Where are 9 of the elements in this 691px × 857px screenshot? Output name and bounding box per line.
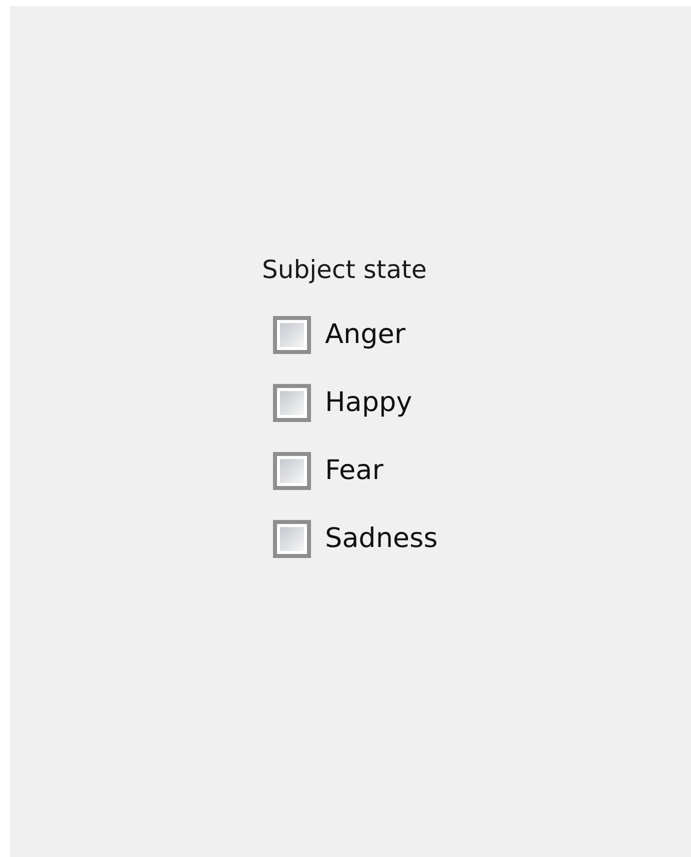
group-title: Subject state <box>262 254 427 286</box>
checkbox[interactable] <box>273 452 311 490</box>
checkbox-label: Anger <box>325 318 406 352</box>
checkbox[interactable] <box>273 520 311 558</box>
checkbox-label: Sadness <box>325 522 438 556</box>
checkbox-label: Happy <box>325 386 412 420</box>
checkbox[interactable] <box>273 316 311 354</box>
checkbox[interactable] <box>273 384 311 422</box>
checkbox-label: Fear <box>325 454 384 488</box>
